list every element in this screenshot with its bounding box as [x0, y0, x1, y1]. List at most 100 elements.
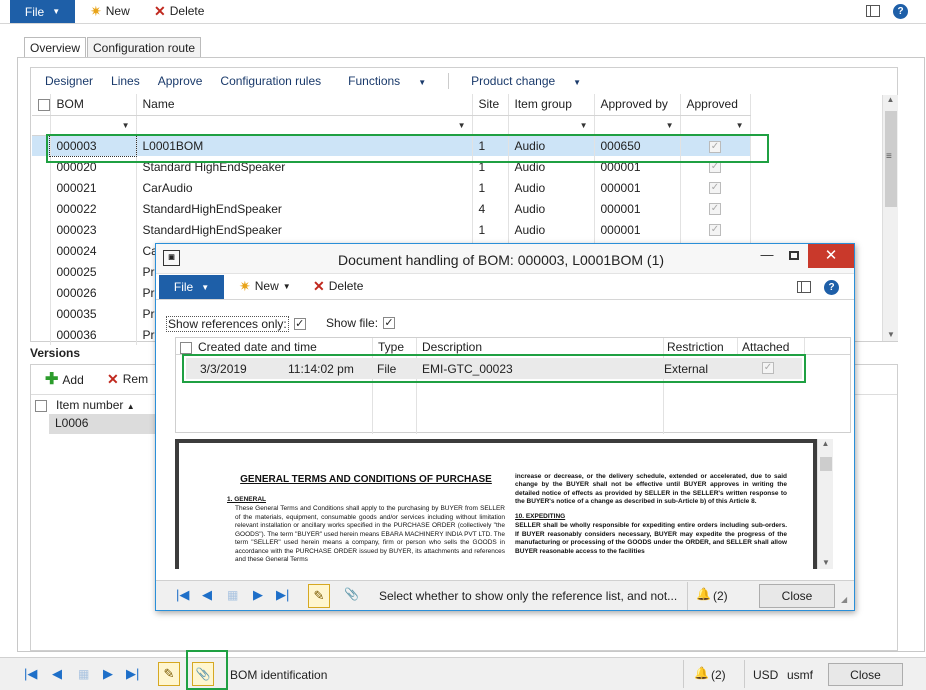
filter-cell: [32, 115, 51, 136]
filter-bom-dropdown[interactable]: ▼: [50, 115, 137, 136]
chevron-down-icon: ▼: [201, 282, 210, 292]
menu-designer[interactable]: Designer: [36, 74, 102, 88]
col-header-approved[interactable]: Approved: [680, 94, 751, 116]
row-select-cell[interactable]: [32, 240, 51, 261]
menu-configuration-rules[interactable]: Configuration rules: [211, 74, 330, 88]
filter-approved-by-dropdown[interactable]: ▼: [594, 115, 681, 136]
item-group-cell: Audio: [508, 198, 595, 219]
close-window-icon[interactable]: ✕: [808, 244, 854, 268]
row-select-cell[interactable]: [32, 303, 51, 324]
col-header-bom[interactable]: BOM: [50, 94, 137, 116]
file-menu-button[interactable]: File ▼: [10, 0, 75, 23]
menu-lines[interactable]: Lines: [102, 74, 149, 88]
col-header-approved-by[interactable]: Approved by: [594, 94, 681, 116]
show-references-option[interactable]: Show references only: ✓: [166, 316, 306, 332]
next-record-icon[interactable]: ▶: [103, 666, 113, 682]
references-select-checkbox[interactable]: [180, 341, 192, 354]
col-header-item-number[interactable]: Item number ▲: [56, 398, 135, 412]
dialog-new-button[interactable]: ✷ New ▼: [239, 279, 291, 293]
col-header-item-group[interactable]: Item group: [508, 94, 595, 116]
first-record-icon[interactable]: |◀: [24, 666, 37, 682]
minimize-icon[interactable]: —: [754, 246, 780, 268]
action-pane: File ▼ ✷ New ✕ Delete ?: [0, 0, 926, 24]
row-select-cell[interactable]: [32, 177, 51, 198]
add-plus-icon: ✚: [45, 371, 59, 388]
next-record-icon[interactable]: ▶: [253, 587, 263, 603]
edit-mode-button[interactable]: ✎: [158, 662, 180, 686]
show-file-checkbox[interactable]: ✓: [383, 317, 396, 329]
menu-approve[interactable]: Approve: [149, 74, 212, 88]
previous-record-icon[interactable]: ◀: [52, 666, 62, 682]
document-scrollbar[interactable]: ▲ ▼: [817, 439, 833, 569]
attachment-icon[interactable]: 📎: [344, 587, 359, 601]
version-row[interactable]: L0006: [49, 414, 159, 434]
col-header-description[interactable]: Description: [422, 340, 482, 354]
remove-version-button[interactable]: ✕ Rem: [107, 372, 148, 386]
bell-icon[interactable]: 🔔: [696, 587, 711, 601]
dialog-close-button[interactable]: Close: [759, 584, 835, 608]
row-select-cell[interactable]: [32, 198, 51, 219]
close-button[interactable]: Close: [828, 663, 903, 686]
versions-select-checkbox[interactable]: [35, 399, 47, 412]
col-header-name[interactable]: Name: [136, 94, 473, 116]
bom-row[interactable]: 000022 StandardHighEndSpeaker 4 Audio 000001…: [32, 198, 751, 219]
show-references-label: Show references only:: [166, 316, 289, 332]
versions-select-all[interactable]: [35, 398, 47, 412]
maximize-icon[interactable]: [781, 246, 807, 268]
menu-functions[interactable]: Functions ▼: [330, 74, 444, 88]
show-file-option[interactable]: Show file: ✓: [326, 316, 396, 330]
pencil-icon: ✎: [313, 588, 325, 603]
previous-record-icon[interactable]: ◀: [202, 587, 212, 603]
col-header-attached[interactable]: Attached: [742, 340, 789, 354]
col-header-created[interactable]: Created date and time: [198, 340, 317, 354]
select-all-cell[interactable]: [32, 94, 51, 116]
filter-item-group-dropdown[interactable]: ▼: [508, 115, 595, 136]
help-icon[interactable]: ?: [893, 4, 908, 19]
bom-scrollbar[interactable]: ▲ ≡ ▼: [882, 95, 898, 341]
pane-toggle-icon[interactable]: [797, 281, 811, 293]
add-version-button[interactable]: ✚ Add: [45, 372, 84, 388]
pane-toggle-icon[interactable]: [866, 5, 880, 17]
currency-indicator[interactable]: USD: [753, 668, 778, 682]
delete-button[interactable]: ✕ Delete: [154, 4, 204, 18]
scroll-up-icon[interactable]: ▲: [883, 95, 898, 104]
row-select-cell[interactable]: [32, 282, 51, 303]
filter-name-dropdown[interactable]: ▼: [136, 115, 473, 136]
dialog-file-menu-button[interactable]: File ▼: [159, 275, 224, 299]
last-record-icon[interactable]: ▶|: [276, 587, 289, 603]
bell-icon[interactable]: 🔔: [694, 666, 709, 680]
col-header-type[interactable]: Type: [378, 340, 404, 354]
scroll-up-icon[interactable]: ▲: [818, 439, 833, 448]
dialog-delete-button[interactable]: ✕ Delete: [313, 279, 363, 293]
col-header-restriction[interactable]: Restriction: [667, 340, 724, 354]
row-select-cell[interactable]: [32, 261, 51, 282]
menu-divider: [448, 73, 450, 89]
bom-row[interactable]: 000021 CarAudio 1 Audio 000001 ✓: [32, 177, 751, 198]
menu-product-change[interactable]: Product change ▼: [453, 74, 599, 88]
scroll-down-icon[interactable]: ▼: [822, 558, 830, 567]
tab-configuration-route[interactable]: Configuration route: [87, 37, 202, 58]
new-button[interactable]: ✷ New: [90, 4, 130, 18]
grid-view-icon[interactable]: ▦: [227, 588, 238, 602]
chevron-down-icon: ▼: [282, 281, 291, 291]
grid-view-icon[interactable]: ▦: [78, 667, 89, 681]
col-header-site[interactable]: Site: [472, 94, 509, 116]
filter-approved-dropdown[interactable]: ▼: [680, 115, 751, 136]
row-select-cell[interactable]: [32, 324, 51, 345]
filter-site[interactable]: [472, 115, 509, 136]
first-record-icon[interactable]: |◀: [176, 587, 189, 603]
scroll-thumb[interactable]: [820, 457, 832, 471]
row-select-cell[interactable]: [32, 219, 51, 240]
select-all-checkbox[interactable]: [38, 99, 49, 112]
company-indicator[interactable]: usmf: [787, 668, 813, 682]
edit-mode-button[interactable]: ✎: [308, 584, 330, 608]
bom-row[interactable]: 000023 StandardHighEndSpeaker 1 Audio 000001…: [32, 219, 751, 240]
show-references-checkbox[interactable]: ✓: [293, 318, 306, 330]
last-record-icon[interactable]: ▶|: [126, 666, 139, 682]
resize-grip-icon[interactable]: ◢: [841, 595, 847, 604]
help-icon[interactable]: ?: [824, 280, 839, 295]
scroll-down-icon[interactable]: ▼: [887, 330, 895, 339]
tab-overview[interactable]: Overview: [24, 37, 87, 58]
references-select-all[interactable]: [180, 340, 192, 354]
bom-cell: 000035: [50, 303, 137, 324]
